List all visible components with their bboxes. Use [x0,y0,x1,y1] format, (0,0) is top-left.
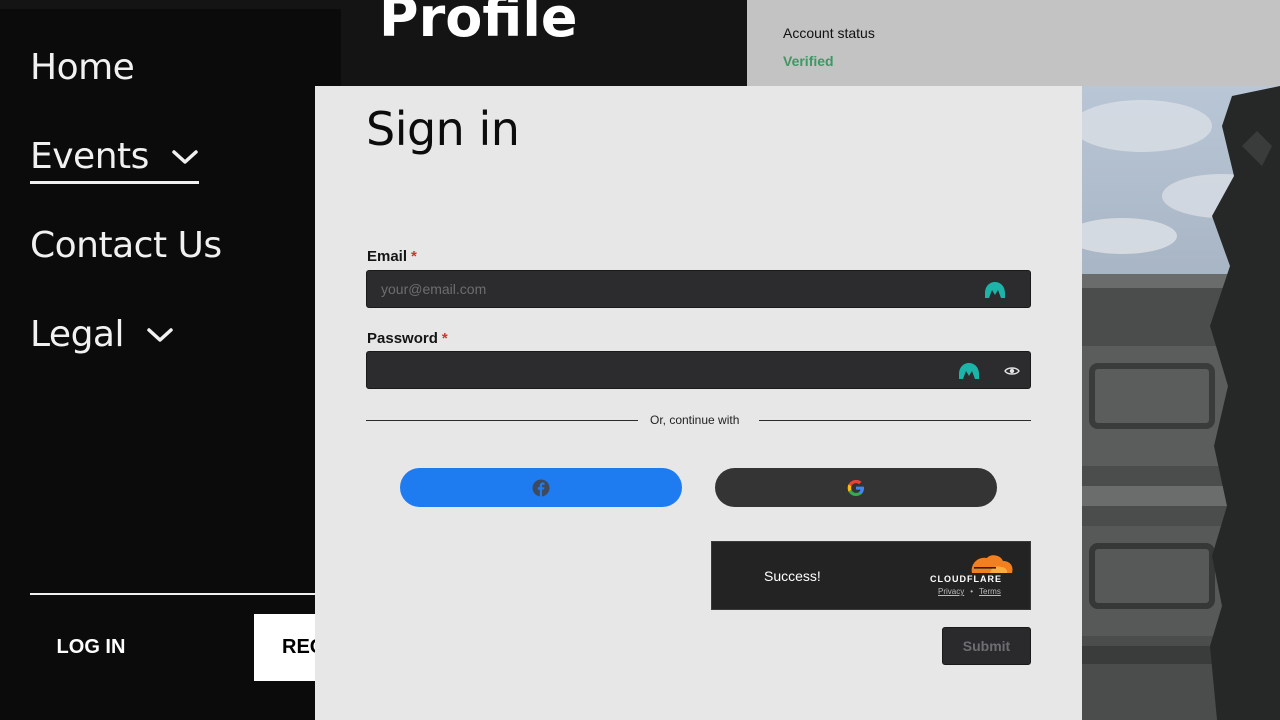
nav-item-home[interactable]: Home [30,47,135,88]
required-marker: * [411,248,417,265]
google-icon [847,479,864,496]
account-status-value: Verified [783,53,834,69]
nav-item-contact[interactable]: Contact Us [30,225,222,266]
captcha-widget: Success! CLOUDFLARE Privacy • Terms [711,541,1031,610]
profile-header: Profile [341,0,747,86]
divider-left [366,420,638,421]
email-label-text: Email [367,248,408,265]
password-manager-icon[interactable] [984,280,1006,300]
required-marker: * [441,330,448,347]
sidebar-divider [30,593,330,595]
cloudflare-brand: CLOUDFLARE [930,574,1002,584]
terms-link[interactable]: Terms [979,587,1001,596]
submit-button[interactable]: Submit [942,627,1031,665]
divider-text: Or, continue with [650,413,740,427]
nav-item-label: Legal [30,314,125,355]
password-label: Password * [367,330,448,347]
nav-item-label: Contact Us [30,225,222,266]
captcha-links: Privacy • Terms [938,587,1001,596]
top-bar [0,0,341,9]
nav-item-label: Home [30,47,135,88]
account-status-panel: Account status Verified [747,0,1280,86]
email-placeholder: your@email.com [381,281,487,297]
login-button[interactable]: LOG IN [30,614,152,680]
email-field[interactable]: your@email.com [366,270,1031,308]
google-login-button[interactable] [715,468,997,507]
account-status-label: Account status [783,25,875,41]
temple-photo [1082,86,1280,720]
sign-in-modal: Sign in Email * your@email.com Password * … [315,86,1082,720]
nav-item-label: Events [30,136,149,177]
chevron-down-icon [147,327,173,342]
email-label: Email * [367,248,417,265]
nav-item-events[interactable]: Events [30,136,199,184]
modal-title: Sign in [366,102,520,156]
link-separator: • [970,587,974,596]
divider-right [759,420,1031,421]
temple-silhouette [1082,86,1280,720]
password-manager-icon[interactable] [958,361,980,381]
password-field[interactable] [366,351,1031,389]
captcha-status: Success! [764,568,821,584]
privacy-link[interactable]: Privacy [938,587,964,596]
facebook-icon [532,479,550,496]
password-label-text: Password [367,330,438,347]
facebook-login-button[interactable] [400,468,682,507]
eye-icon[interactable] [1004,363,1020,379]
page-title: Profile [379,0,578,49]
nav-item-legal[interactable]: Legal [30,314,174,355]
chevron-down-icon [172,149,198,164]
